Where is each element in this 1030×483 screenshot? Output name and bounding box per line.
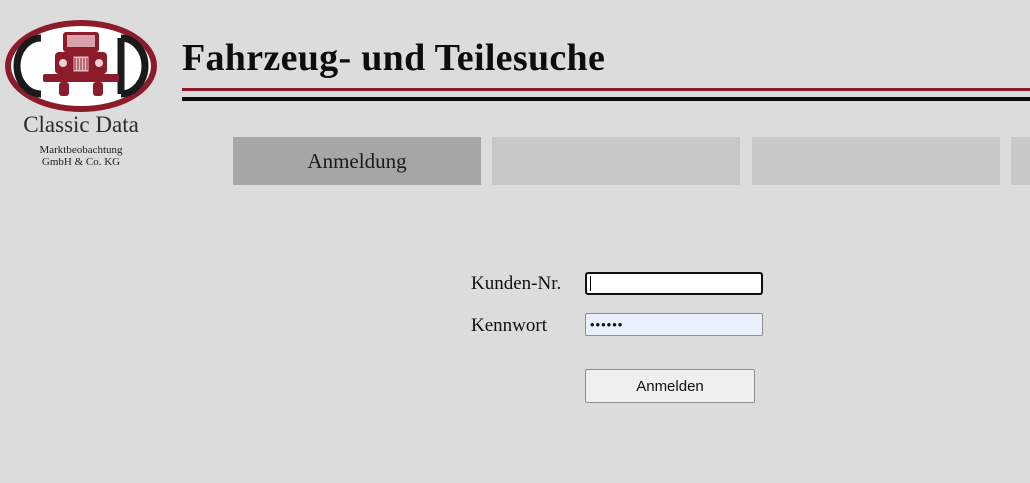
tab-3[interactable] <box>752 137 1000 185</box>
logo-company-name: Classic Data <box>23 112 139 137</box>
password-label: Kennwort <box>471 315 547 336</box>
header-divider-black <box>182 97 1030 101</box>
page-title: Fahrzeug- und Teilesuche <box>182 37 606 79</box>
logo-subtitle-line2: GmbH & Co. KG <box>41 156 121 168</box>
text-caret <box>590 276 591 291</box>
classic-car-logo-icon <box>5 20 157 112</box>
password-input[interactable]: •••••• <box>585 313 763 336</box>
login-button[interactable]: Anmelden <box>585 369 755 403</box>
tab-2[interactable] <box>492 137 740 185</box>
logo-subtitle-line1: Marktbeobachtung <box>39 144 123 156</box>
tab-4[interactable] <box>1011 137 1030 185</box>
tab-anmeldung[interactable]: Anmeldung <box>233 137 481 185</box>
customer-number-label: Kunden-Nr. <box>471 273 562 294</box>
customer-number-input[interactable] <box>585 272 763 295</box>
header-divider-red <box>182 88 1030 91</box>
logo: Classic Data Marktbeobachtung GmbH & Co.… <box>0 0 162 175</box>
